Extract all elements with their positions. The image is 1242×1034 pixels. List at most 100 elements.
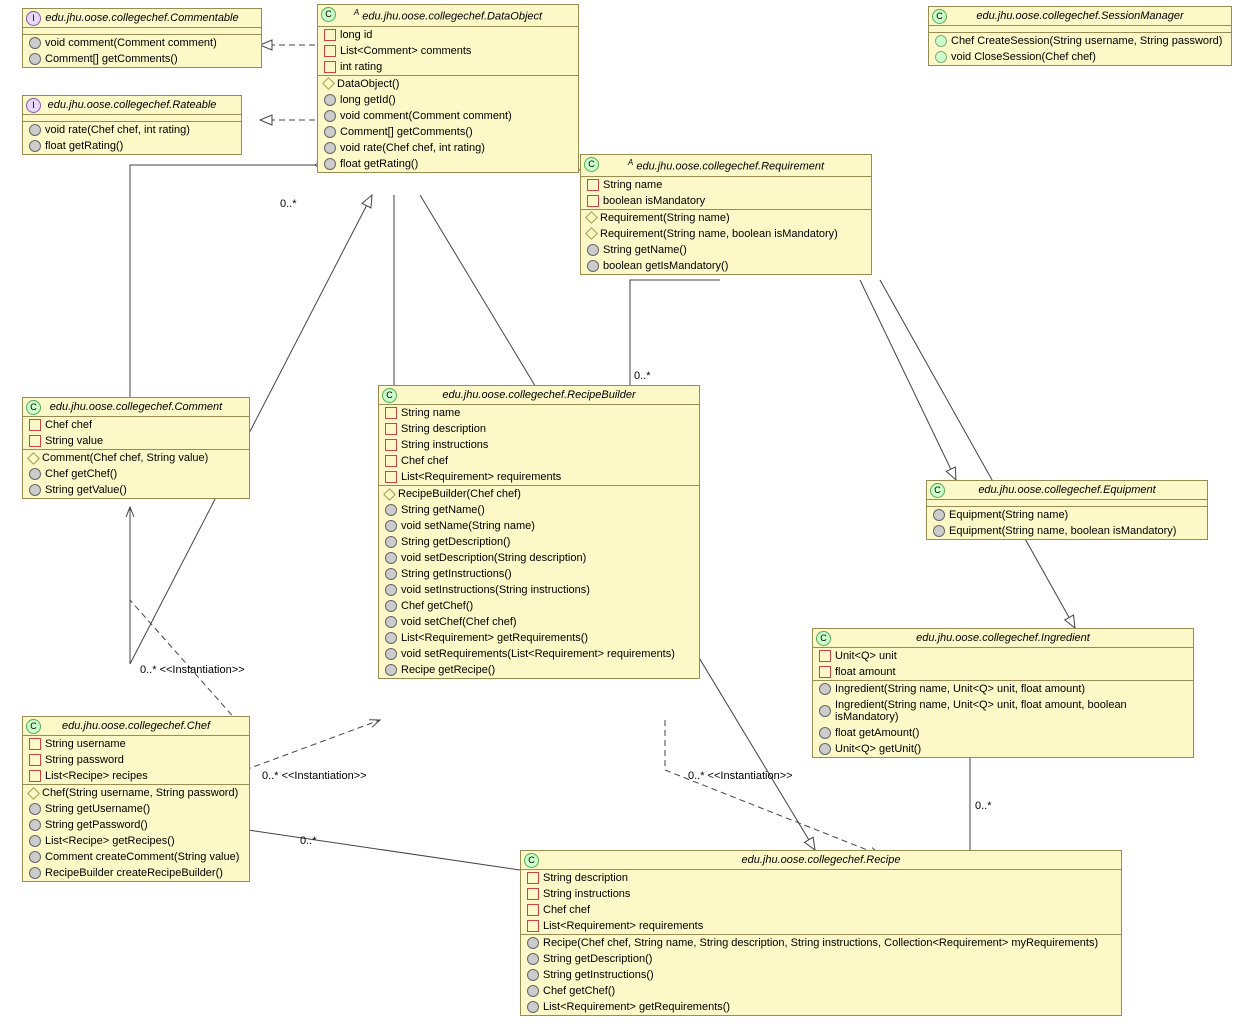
method: boolean getIsMandatory(): [603, 260, 728, 272]
class-icon: C: [26, 719, 41, 734]
method: String getValue(): [45, 484, 127, 496]
class-sessionmanager[interactable]: Cedu.jhu.oose.collegechef.SessionManager…: [928, 6, 1232, 66]
class-title: edu.jhu.oose.collegechef.DataObject: [362, 11, 542, 23]
class-title: edu.jhu.oose.collegechef.Ingredient: [916, 632, 1090, 644]
mult-label: 0..* <<Instantiation>>: [688, 770, 793, 782]
method: void rate(Chef chef, int rating): [45, 124, 190, 136]
method: Ingredient(String name, Unit<Q> unit, fl…: [835, 683, 1085, 695]
attribute: Chef chef: [401, 455, 448, 467]
method: Recipe(Chef chef, String name, String de…: [543, 937, 1098, 949]
class-icon: C: [382, 388, 397, 403]
class-rateable[interactable]: Iedu.jhu.oose.collegechef.Rateable void …: [22, 95, 242, 155]
attribute: Chef chef: [543, 904, 590, 916]
mult-label: 0..* <<Instantiation>>: [262, 770, 367, 782]
method: Comment[] getComments(): [45, 53, 178, 65]
class-icon: C: [932, 9, 947, 24]
method: float getRating(): [45, 140, 123, 152]
method: String getDescription(): [543, 953, 652, 965]
method: Chef(String username, String password): [42, 787, 238, 799]
method: Chef getChef(): [543, 985, 615, 997]
method: List<Requirement> getRequirements(): [543, 1001, 730, 1013]
method: Recipe getRecipe(): [401, 664, 495, 676]
class-title: edu.jhu.oose.collegechef.Rateable: [48, 99, 217, 111]
class-dataobject[interactable]: CA edu.jhu.oose.collegechef.DataObject l…: [317, 4, 579, 173]
method: String getUsername(): [45, 803, 150, 815]
class-equipment[interactable]: Cedu.jhu.oose.collegechef.Equipment Equi…: [926, 480, 1208, 540]
method: void setName(String name): [401, 520, 535, 532]
class-title: edu.jhu.oose.collegechef.SessionManager: [976, 10, 1183, 22]
attribute: String value: [45, 435, 103, 447]
method: void setRequirements(List<Requirement> r…: [401, 648, 675, 660]
method: long getId(): [340, 94, 396, 106]
interface-icon: I: [26, 98, 41, 113]
interface-icon: I: [26, 11, 41, 26]
attribute: long id: [340, 29, 372, 41]
method: Comment(Chef chef, String value): [42, 452, 208, 464]
attribute: String description: [543, 872, 628, 884]
class-title: edu.jhu.oose.collegechef.RecipeBuilder: [442, 389, 635, 401]
method: Requirement(String name): [600, 212, 730, 224]
attribute: int rating: [340, 61, 382, 73]
method: void setChef(Chef chef): [401, 616, 517, 628]
method: Chef getChef(): [45, 468, 117, 480]
method: DataObject(): [337, 78, 399, 90]
class-chef[interactable]: Cedu.jhu.oose.collegechef.Chef String us…: [22, 716, 250, 882]
attribute: Chef chef: [45, 419, 92, 431]
mult-label: 0..*: [300, 835, 317, 847]
class-title: edu.jhu.oose.collegechef.Recipe: [741, 854, 900, 866]
method: void comment(Comment comment): [340, 110, 512, 122]
method: Requirement(String name, boolean isManda…: [600, 228, 838, 240]
method: Chef CreateSession(String username, Stri…: [951, 35, 1222, 47]
class-ingredient[interactable]: Cedu.jhu.oose.collegechef.Ingredient Uni…: [812, 628, 1194, 758]
attribute: float amount: [835, 666, 896, 678]
class-icon: C: [816, 631, 831, 646]
attribute: String password: [45, 754, 124, 766]
class-icon: C: [930, 483, 945, 498]
class-recipe[interactable]: Cedu.jhu.oose.collegechef.Recipe String …: [520, 850, 1122, 1016]
method: RecipeBuilder createRecipeBuilder(): [45, 867, 223, 879]
mult-label: 0..*: [634, 370, 651, 382]
method: String getName(): [401, 504, 485, 516]
class-title: edu.jhu.oose.collegechef.Requirement: [636, 161, 824, 173]
class-comment[interactable]: Cedu.jhu.oose.collegechef.Comment Chef c…: [22, 397, 250, 499]
class-icon: C: [584, 157, 599, 172]
attribute: List<Requirement> requirements: [401, 471, 561, 483]
mult-label: 0..*: [280, 198, 297, 210]
method: void comment(Comment comment): [45, 37, 217, 49]
method: Ingredient(String name, Unit<Q> unit, fl…: [835, 699, 1187, 723]
method: List<Requirement> getRequirements(): [401, 632, 588, 644]
class-commentable[interactable]: Iedu.jhu.oose.collegechef.Commentable vo…: [22, 8, 262, 68]
method: String getName(): [603, 244, 687, 256]
method: RecipeBuilder(Chef chef): [398, 488, 521, 500]
class-title: edu.jhu.oose.collegechef.Chef: [62, 720, 210, 732]
mult-label: 0..* <<Instantiation>>: [140, 664, 245, 676]
method: void setDescription(String description): [401, 552, 586, 564]
attribute: List<Recipe> recipes: [45, 770, 148, 782]
class-icon: C: [524, 853, 539, 868]
attribute: String username: [45, 738, 126, 750]
class-title: edu.jhu.oose.collegechef.Comment: [50, 401, 222, 413]
method: Equipment(String name): [949, 509, 1068, 521]
attribute: List<Comment> comments: [340, 45, 471, 57]
method: List<Recipe> getRecipes(): [45, 835, 175, 847]
method: float getAmount(): [835, 727, 919, 739]
class-title: edu.jhu.oose.collegechef.Commentable: [45, 12, 238, 24]
method: float getRating(): [340, 158, 418, 170]
attribute: boolean isMandatory: [603, 195, 705, 207]
class-icon: C: [26, 400, 41, 415]
method: Comment[] getComments(): [340, 126, 473, 138]
attribute: String instructions: [401, 439, 488, 451]
attribute: List<Requirement> requirements: [543, 920, 703, 932]
method: void rate(Chef chef, int rating): [340, 142, 485, 154]
method: String getInstructions(): [401, 568, 512, 580]
attribute: String name: [401, 407, 460, 419]
class-recipebuilder[interactable]: Cedu.jhu.oose.collegechef.RecipeBuilder …: [378, 385, 700, 679]
attribute: String instructions: [543, 888, 630, 900]
method: Equipment(String name, boolean isMandato…: [949, 525, 1176, 537]
method: void setInstructions(String instructions…: [401, 584, 590, 596]
method: String getDescription(): [401, 536, 510, 548]
attribute: Unit<Q> unit: [835, 650, 897, 662]
class-requirement[interactable]: CA edu.jhu.oose.collegechef.Requirement …: [580, 154, 872, 275]
class-title: edu.jhu.oose.collegechef.Equipment: [978, 484, 1155, 496]
method: void CloseSession(Chef chef): [951, 51, 1096, 63]
